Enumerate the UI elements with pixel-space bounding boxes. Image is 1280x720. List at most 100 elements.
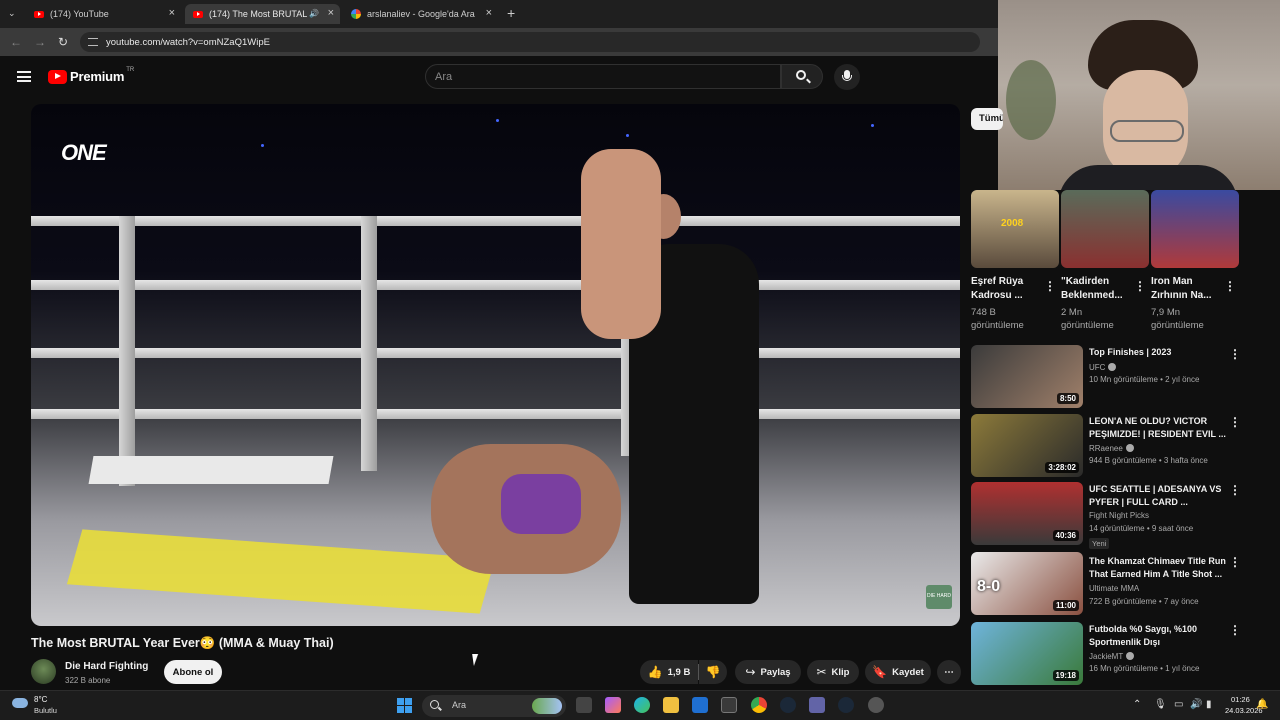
task-view-icon[interactable] [576,697,592,713]
short-title[interactable]: Eşref Rüya Kadrosu ... [971,275,1045,303]
short-thumbnail[interactable] [1061,190,1149,268]
video-duration: 40:36 [1052,530,1079,541]
google-icon [351,9,361,19]
save-button[interactable]: 🔖 Kaydet [865,660,931,684]
teams-icon[interactable] [809,697,825,713]
video-title-link[interactable]: Futbolda %0 Saygı, %100 Sportmenlik Dışı [1089,623,1229,648]
channel-watermark[interactable]: DIE HARD [926,585,952,609]
video-thumbnail[interactable]: 19:18 [971,622,1083,685]
site-info-icon[interactable] [88,38,98,46]
windows-start-icon[interactable] [397,698,412,713]
chevron-up-icon[interactable]: ⌃ [1133,699,1141,710]
search-button[interactable] [781,64,823,89]
forward-icon[interactable]: → [34,35,46,49]
steam-icon[interactable] [838,697,854,713]
share-button[interactable]: ↪ Paylaş [735,660,801,684]
verified-icon [1108,363,1117,371]
short-title[interactable]: Iron Man Zırhının Na... [1151,275,1225,303]
video-duration: 11:00 [1052,600,1079,611]
short-thumbnail[interactable] [1151,190,1239,268]
video-channel[interactable]: JackieMT [1089,651,1135,661]
url-field[interactable]: youtube.com/watch?v=omNZaQ1WipE [80,32,980,52]
verified-icon [1125,444,1134,452]
video-menu-icon[interactable]: ⋮ [1229,556,1241,568]
edge-icon[interactable] [634,697,650,713]
battery-icon[interactable]: ▮ [1206,699,1212,710]
video-menu-icon[interactable]: ⋮ [1229,416,1241,428]
youtube-logo[interactable]: Premium TR [48,67,134,84]
video-thumbnail[interactable]: 8:50 [971,345,1083,408]
clock-time[interactable]: 01:26 [1231,695,1250,704]
video-channel[interactable]: Fight Night Picks [1089,511,1149,520]
short-thumbnail[interactable]: 2008 [971,190,1059,268]
menu-icon[interactable] [17,71,31,82]
clip-button[interactable]: ✂ Klip [807,660,859,684]
video-channel[interactable]: Ultimate MMA [1089,584,1139,593]
reload-icon[interactable]: ↻ [58,35,68,49]
video-meta: 10 Mn görüntüleme • 2 yıl önce [1089,375,1200,384]
mail-icon[interactable] [692,697,708,713]
close-icon[interactable]: × [169,7,175,19]
close-icon[interactable]: × [328,7,334,19]
tab-youtube[interactable]: (174) YouTube × [26,4,181,24]
ring-rope [31,348,960,358]
video-title-link[interactable]: LEON'A NE OLDU? VICTOR PEŞIMIZDE! | RESI… [1089,415,1229,440]
short-title[interactable]: "Kadirden Beklenmed... [1061,275,1135,303]
channel-avatar[interactable] [31,659,56,684]
video-channel[interactable]: RRaenee [1089,443,1134,453]
cloud-icon[interactable] [12,698,28,708]
chrome-icon[interactable] [751,697,767,713]
tab-list-icon[interactable]: ⌄ [8,8,16,19]
subscribe-button[interactable]: Abone ol [164,660,222,684]
app-icon[interactable] [868,697,884,713]
copilot-icon[interactable] [605,697,621,713]
new-badge: Yeni [1089,538,1110,549]
video-player[interactable]: ONE DIE HARD [31,104,960,626]
new-tab-button[interactable]: + [507,5,515,21]
short-views: 7,9 Mn görüntüleme [1151,307,1204,331]
filter-chip-all[interactable]: Tümü [971,108,1003,130]
store-icon[interactable] [721,697,737,713]
webcam-person-shirt [1058,165,1238,190]
video-title-link[interactable]: UFC SEATTLE | ADESANYA VS PYFER | FULL C… [1089,483,1229,508]
weather-temperature[interactable]: 8°C [34,695,47,704]
speaker-icon[interactable]: 🔊 [309,9,319,18]
notification-bell-icon[interactable]: 🔔 [1256,699,1268,710]
video-duration: 19:18 [1052,670,1079,681]
video-duration: 3:28:02 [1045,462,1079,473]
short-menu-icon[interactable]: ⋮ [1224,280,1236,292]
logo-text: Premium [70,69,125,84]
channel-name[interactable]: Die Hard Fighting [65,661,148,672]
more-actions-button[interactable]: ⋯ [937,660,961,684]
video-thumbnail[interactable]: 40:36 [971,482,1083,545]
video-menu-icon[interactable]: ⋮ [1229,484,1241,496]
file-explorer-icon[interactable] [663,697,679,713]
dislike-button[interactable]: 👎 [699,660,727,684]
video-meta: 14 görüntüleme • 9 saat önce [1089,524,1194,533]
clip-label: Klip [831,666,850,678]
volume-icon[interactable]: 🔊 [1190,699,1202,710]
network-icon[interactable]: ▭ [1174,699,1183,710]
mat-logo [66,529,496,614]
tab-google[interactable]: arslanaliev - Google'da Ara × [343,4,498,24]
video-thumbnail[interactable]: 8-0 11:00 [971,552,1083,615]
search-input[interactable] [426,65,780,88]
back-icon[interactable]: ← [10,35,22,49]
video-menu-icon[interactable]: ⋮ [1229,348,1241,360]
short-menu-icon[interactable]: ⋮ [1134,280,1146,292]
close-icon[interactable]: × [486,7,492,19]
video-title-link[interactable]: The Khamzat Chimaev Title Run That Earne… [1089,555,1229,580]
steam-icon[interactable] [780,697,796,713]
like-button[interactable]: 👍 1,9 B [640,660,698,684]
short-menu-icon[interactable]: ⋮ [1044,280,1056,292]
mic-icon[interactable]: 🎙 [1154,699,1167,710]
video-thumbnail[interactable]: 3:28:02 [971,414,1083,477]
weather-description[interactable]: Bulutlu [34,706,57,715]
video-title-link[interactable]: Top Finishes | 2023 [1089,346,1229,359]
video-meta: 16 Mn görüntüleme • 1 yıl önce [1089,664,1200,673]
voice-search-button[interactable] [834,64,860,90]
tab-video[interactable]: (174) The Most BRUTAL Yea 🔊 × [185,4,340,24]
video-menu-icon[interactable]: ⋮ [1229,624,1241,636]
video-channel[interactable]: UFC [1089,362,1117,372]
taskbar-search[interactable]: Ara [422,695,566,717]
